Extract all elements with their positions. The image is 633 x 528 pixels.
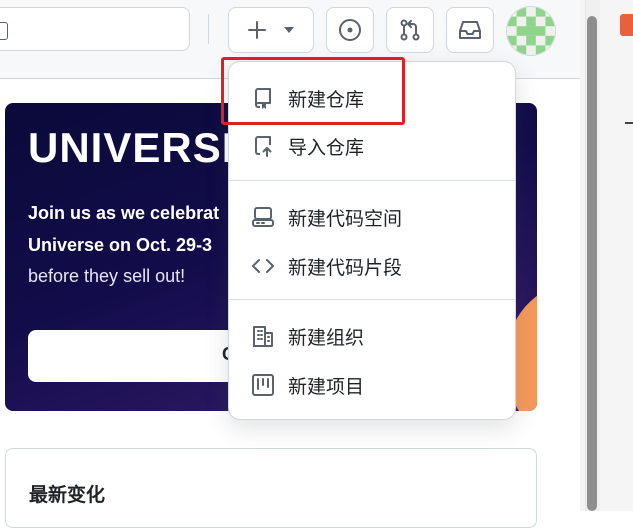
banner-text-line-1: Join us as we celebrat (28, 203, 220, 223)
scrollbar-thumb[interactable] (587, 16, 597, 511)
organization-icon (253, 326, 273, 347)
pull-requests-button[interactable] (386, 7, 434, 53)
search-input[interactable] (0, 7, 190, 51)
menu-item-label: 新建代码空间 (288, 208, 403, 230)
code-icon (252, 259, 274, 273)
gutter-divider (625, 122, 633, 124)
header-divider (208, 14, 209, 44)
project-icon (252, 374, 274, 396)
codespaces-icon (252, 207, 274, 227)
triangle-down-icon (284, 27, 294, 33)
inbox-icon (459, 21, 481, 39)
issues-button[interactable] (326, 7, 374, 53)
inbox-button[interactable] (446, 7, 494, 53)
menu-item-import-repository[interactable]: 导入仓库 (229, 122, 515, 170)
repo-push-icon (255, 136, 272, 157)
banner-title: UNIVERSE (28, 124, 251, 171)
menu-item-new-gist[interactable]: 新建代码片段 (229, 242, 515, 290)
latest-changes-card: 最新变化 (5, 448, 537, 528)
latest-changes-title: 最新变化 (29, 484, 106, 506)
menu-item-label: 新建项目 (288, 376, 365, 398)
banner-text-line-3: before they sell out! (28, 266, 186, 286)
highlight-box (221, 57, 405, 125)
identicon-avatar-icon (507, 7, 555, 55)
create-new-button[interactable] (228, 7, 314, 53)
git-pull-request-icon (400, 19, 420, 41)
menu-divider (229, 180, 515, 181)
menu-item-new-organization[interactable]: 新建组织 (229, 312, 515, 360)
extension-icon[interactable] (620, 14, 633, 36)
menu-item-new-codespace[interactable]: 新建代码空间 (229, 193, 515, 241)
menu-item-label: 新建组织 (288, 327, 365, 349)
menu-item-label: 导入仓库 (288, 137, 365, 159)
menu-item-label: 新建代码片段 (288, 257, 403, 279)
issue-opened-icon (339, 19, 361, 41)
banner-text-line-2: Universe on Oct. 29-3 (28, 235, 213, 255)
menu-item-new-project[interactable]: 新建项目 (229, 361, 515, 409)
avatar[interactable] (506, 6, 556, 56)
plus-icon (248, 21, 266, 39)
search-box-edge (0, 22, 8, 40)
menu-divider (229, 299, 515, 300)
